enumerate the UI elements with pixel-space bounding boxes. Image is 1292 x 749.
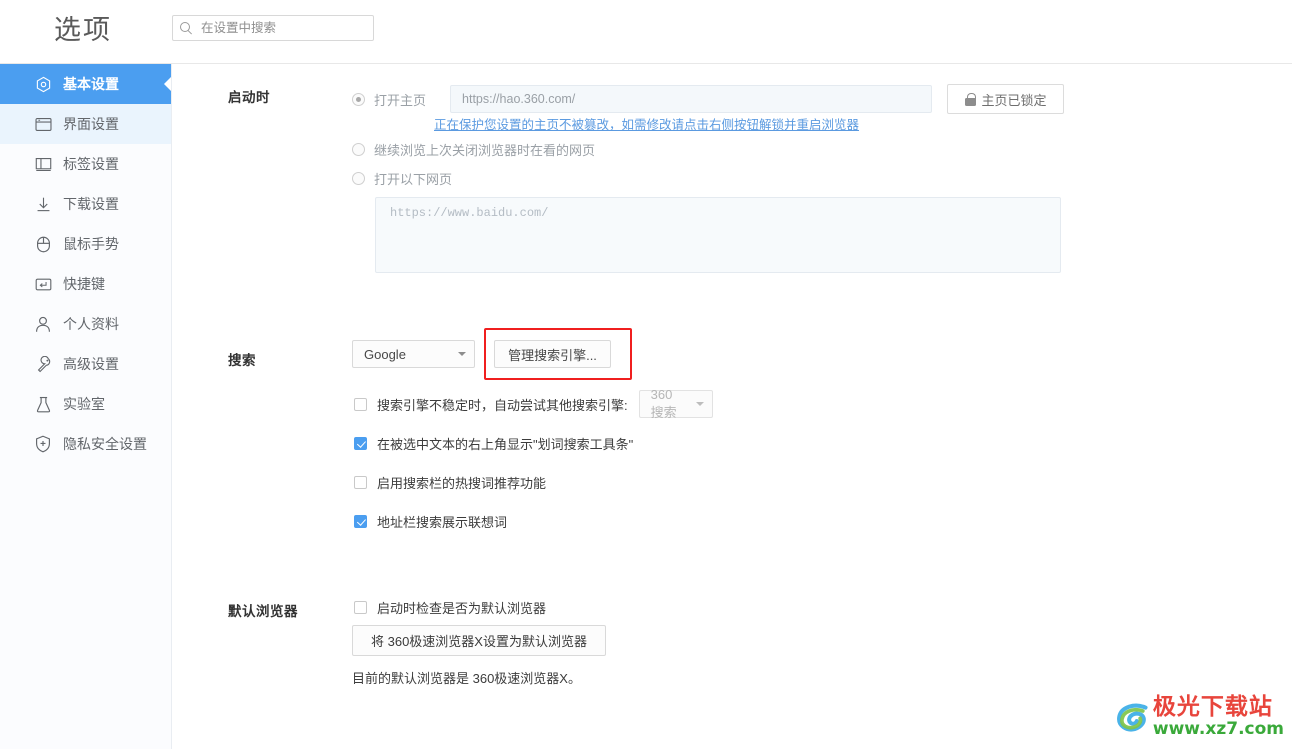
homepage-url-input[interactable] xyxy=(450,85,933,113)
search-icon xyxy=(180,21,193,35)
search-input[interactable] xyxy=(199,20,369,36)
watermark-title: 极光下载站 xyxy=(1152,694,1273,720)
mouse-icon xyxy=(34,235,52,253)
checkbox-address-suggestions-label: 地址栏搜索展示联想词 xyxy=(377,515,508,530)
radio-restore-session[interactable] xyxy=(352,143,365,156)
lock-icon xyxy=(964,92,976,106)
radio-open-pages[interactable] xyxy=(352,172,365,185)
tab-icon xyxy=(34,155,52,173)
checkbox-search-fallback-label: 搜索引擎不稳定时，自动尝试其他搜索引擎: xyxy=(377,397,628,413)
sidebar-nav: 基本设置界面设置标签设置下载设置鼠标手势快捷键个人资料高级设置实验室隐私安全设置 xyxy=(0,64,172,749)
chevron-down-icon xyxy=(458,352,466,356)
download-arrow-icon xyxy=(34,195,52,213)
section-search: 搜索 Google 管理搜索引擎... 搜索引擎不稳定时，自动尝试其他搜索引擎:… xyxy=(172,326,1292,606)
section-default-browser-label: 默认浏览器 xyxy=(228,604,298,619)
radio-restore-session-label: 继续浏览上次关闭浏览器时在看的网页 xyxy=(374,143,596,158)
sidebar-item-label: 高级设置 xyxy=(63,356,119,372)
options-window: 选项 基本设置界面设置标签设置下载设置鼠标手势快捷键个人资料高级设置实验室隐私安… xyxy=(0,0,1292,749)
checkbox-check-default-browser-label: 启动时检查是否为默认浏览器 xyxy=(377,601,547,616)
radio-open-homepage[interactable] xyxy=(352,92,365,106)
page-title: 选项 xyxy=(54,15,112,45)
startup-pages-textarea[interactable] xyxy=(375,197,1061,273)
flask-icon xyxy=(34,395,52,413)
radio-open-pages-label: 打开以下网页 xyxy=(374,172,453,187)
checkbox-hot-words-label: 启用搜索栏的热搜词推荐功能 xyxy=(377,476,547,491)
startup-pages-row[interactable]: 打开以下网页 xyxy=(352,169,452,188)
aurora-logo-icon xyxy=(1117,703,1148,732)
search-engine-select[interactable]: Google xyxy=(352,340,475,368)
checkbox-selection-toolbar-label: 在被选中文本的右上角显示"划词搜索工具条" xyxy=(377,437,634,452)
sidebar-item-9[interactable]: 隐私安全设置 xyxy=(0,424,171,464)
sidebar-item-label: 界面设置 xyxy=(63,116,119,132)
sidebar-item-label: 标签设置 xyxy=(63,156,119,172)
section-startup-label: 启动时 xyxy=(228,90,270,105)
sidebar-item-label: 快捷键 xyxy=(63,276,105,292)
checkbox-row-default-check[interactable]: 启动时检查是否为默认浏览器 xyxy=(354,598,546,617)
homepage-protect-hint[interactable]: 正在保护您设置的主页不被篡改，如需修改请点击右侧按钮解锁并重启浏览器 xyxy=(434,114,859,133)
chevron-down-icon xyxy=(695,402,704,406)
wrench-icon xyxy=(34,355,52,373)
checkbox-address-suggestions[interactable] xyxy=(354,515,367,528)
watermark-url: www.xz7.com xyxy=(1152,719,1284,739)
sidebar-item-4[interactable]: 鼠标手势 xyxy=(0,224,171,264)
checkbox-row-0[interactable]: 在被选中文本的右上角显示"划词搜索工具条" xyxy=(354,434,633,453)
sidebar-item-5[interactable]: 快捷键 xyxy=(0,264,171,304)
sidebar-item-label: 下载设置 xyxy=(63,196,119,212)
manage-search-engines-button[interactable]: 管理搜索引擎... xyxy=(494,340,611,368)
sidebar-item-label: 实验室 xyxy=(63,396,105,412)
section-search-label: 搜索 xyxy=(228,353,256,368)
checkbox-selection-toolbar[interactable] xyxy=(354,437,367,450)
set-default-browser-button[interactable]: 将 360极速浏览器X设置为默认浏览器 xyxy=(352,625,606,656)
shield-plus-icon xyxy=(34,435,52,453)
manage-search-engines-button-label: 管理搜索引擎... xyxy=(508,347,597,363)
sidebar-item-1[interactable]: 界面设置 xyxy=(0,104,171,144)
hexagon-target-icon xyxy=(34,75,52,93)
search-engine-select-value: Google xyxy=(364,346,406,362)
section-startup: 启动时 打开主页 主页已锁定 正在保护您设置的主页不被篡改，如需修改请点击右侧按… xyxy=(172,64,1292,294)
sidebar-item-0[interactable]: 基本设置 xyxy=(0,64,171,104)
homepage-locked-button-label: 主页已锁定 xyxy=(981,92,1047,108)
fallback-engine-select[interactable]: 360搜索 xyxy=(638,387,713,420)
sidebar-item-3[interactable]: 下载设置 xyxy=(0,184,171,224)
homepage-locked-button[interactable]: 主页已锁定 xyxy=(947,84,1065,114)
site-watermark: 极光下载站 www.xz7.com xyxy=(1116,691,1284,743)
sidebar-item-label: 鼠标手势 xyxy=(63,236,119,252)
sidebar-item-2[interactable]: 标签设置 xyxy=(0,144,171,184)
checkbox-search-fallback[interactable] xyxy=(354,397,367,411)
set-default-browser-button-label: 将 360极速浏览器X设置为默认浏览器 xyxy=(371,634,587,649)
user-icon xyxy=(34,315,52,333)
sidebar-item-8[interactable]: 实验室 xyxy=(0,384,171,424)
search-fallback-row: 搜索引擎不稳定时，自动尝试其他搜索引擎: 360搜索 xyxy=(354,387,713,420)
fallback-engine-select-value: 360搜索 xyxy=(650,387,677,420)
sidebar-item-6[interactable]: 个人资料 xyxy=(0,304,171,344)
checkbox-row-1[interactable]: 启用搜索栏的热搜词推荐功能 xyxy=(354,473,546,492)
startup-restore-row[interactable]: 继续浏览上次关闭浏览器时在看的网页 xyxy=(352,140,595,159)
keyboard-key-icon xyxy=(34,275,52,293)
sidebar-item-label: 基本设置 xyxy=(63,76,119,92)
checkbox-row-2[interactable]: 地址栏搜索展示联想词 xyxy=(354,512,507,531)
checkbox-hot-words[interactable] xyxy=(354,476,367,489)
default-browser-status: 目前的默认浏览器是 360极速浏览器X。 xyxy=(352,671,581,686)
settings-search-box[interactable] xyxy=(172,15,374,41)
sidebar-item-label: 隐私安全设置 xyxy=(63,436,147,452)
sidebar-item-7[interactable]: 高级设置 xyxy=(0,344,171,384)
checkbox-check-default-browser[interactable] xyxy=(354,601,367,614)
radio-open-homepage-label: 打开主页 xyxy=(374,92,427,108)
startup-homepage-row: 打开主页 主页已锁定 xyxy=(352,84,1065,114)
window-icon xyxy=(34,115,52,133)
header-bar: 选项 xyxy=(0,0,1292,64)
sidebar-item-label: 个人资料 xyxy=(63,316,119,332)
settings-content: 启动时 打开主页 主页已锁定 正在保护您设置的主页不被篡改，如需修改请点击右侧按… xyxy=(172,64,1292,749)
